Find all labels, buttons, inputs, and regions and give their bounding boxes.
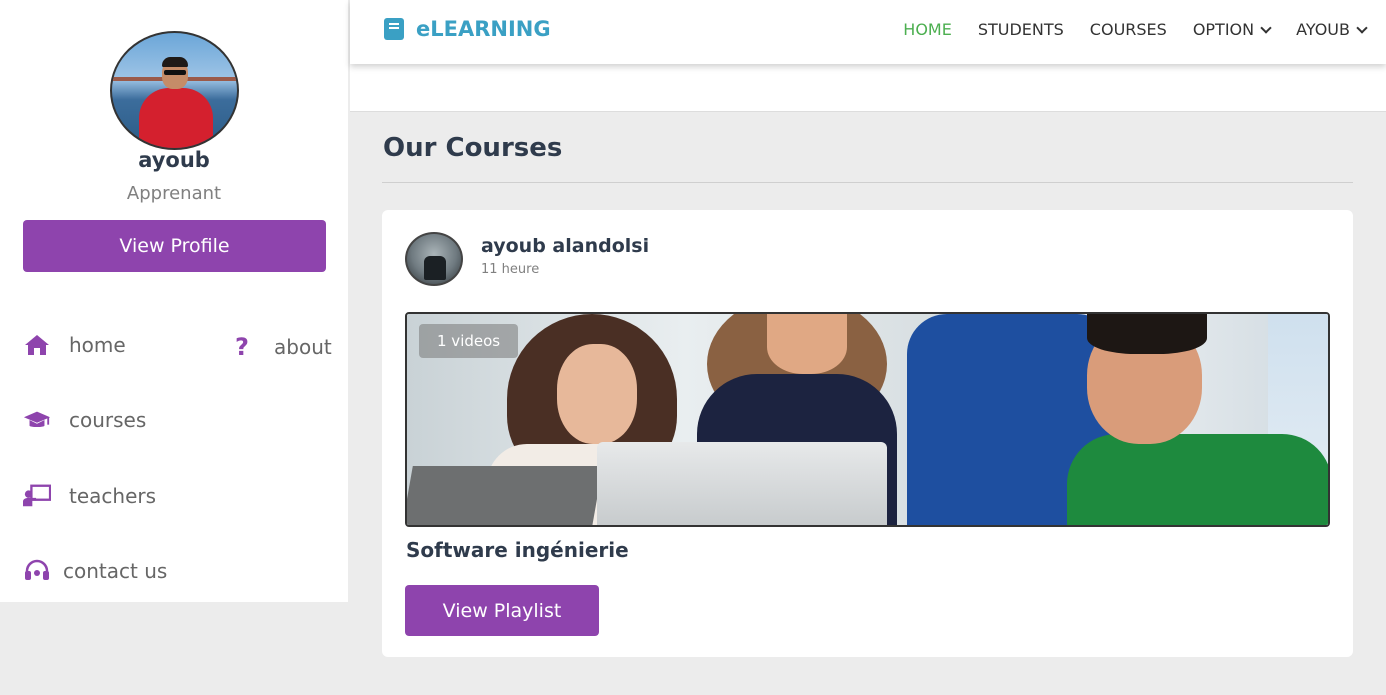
book-icon bbox=[384, 18, 404, 40]
graduation-cap-icon bbox=[23, 409, 51, 431]
course-card: ayoub alandolsi 11 heure 1 videos Softwa… bbox=[382, 210, 1353, 657]
sidebar-item-label: home bbox=[69, 333, 126, 357]
videos-count-badge: 1 videos bbox=[419, 324, 519, 358]
chevron-down-icon bbox=[1260, 21, 1272, 34]
author-avatar[interactable] bbox=[405, 232, 463, 286]
sidebar-item-contact[interactable]: contact us bbox=[23, 559, 167, 583]
user-name: ayoub bbox=[138, 148, 210, 172]
course-title: Software ingénierie bbox=[406, 538, 629, 562]
user-avatar[interactable] bbox=[110, 31, 239, 150]
sidebar-item-about[interactable]: ? about bbox=[228, 333, 332, 361]
sidebar-item-label: about bbox=[274, 335, 332, 359]
divider bbox=[382, 182, 1353, 183]
page-title: Our Courses bbox=[383, 133, 563, 163]
chalkboard-teacher-icon bbox=[23, 484, 51, 508]
author-name: ayoub alandolsi bbox=[481, 235, 650, 257]
sidebar-item-label: contact us bbox=[63, 559, 168, 583]
course-thumbnail[interactable]: 1 videos bbox=[405, 312, 1330, 527]
sidebar-item-label: teachers bbox=[69, 484, 157, 508]
question-icon: ? bbox=[235, 333, 249, 361]
nav-courses[interactable]: COURSES bbox=[1090, 20, 1167, 39]
nav-user-dropdown[interactable]: AYOUB bbox=[1296, 20, 1368, 39]
sub-header-bar bbox=[350, 64, 1386, 112]
sidebar-item-home[interactable]: home bbox=[23, 333, 126, 357]
top-navbar: eLEARNING HOME STUDENTS COURSES OPTION A… bbox=[350, 0, 1386, 64]
brand-logo[interactable]: eLEARNING bbox=[384, 17, 551, 41]
nav-user-label: AYOUB bbox=[1296, 20, 1350, 39]
nav-option-label: OPTION bbox=[1192, 20, 1255, 39]
view-profile-button[interactable]: View Profile bbox=[23, 220, 326, 272]
nav-option-dropdown[interactable]: OPTION bbox=[1192, 20, 1272, 39]
view-playlist-button[interactable]: View Playlist bbox=[405, 585, 599, 636]
post-time: 11 heure bbox=[481, 262, 540, 277]
nav-home[interactable]: HOME bbox=[903, 20, 952, 39]
home-icon bbox=[23, 334, 51, 356]
sidebar-item-teachers[interactable]: teachers bbox=[23, 484, 156, 508]
sidebar: ayoub Apprenant View Profile home ? abou… bbox=[0, 0, 348, 602]
main-menu: HOME STUDENTS COURSES OPTION AYOUB bbox=[877, 20, 1368, 39]
nav-students[interactable]: STUDENTS bbox=[978, 20, 1064, 39]
brand-name: eLEARNING bbox=[416, 17, 551, 41]
sidebar-item-label: courses bbox=[69, 408, 147, 432]
chevron-down-icon bbox=[1356, 21, 1368, 34]
user-role: Apprenant bbox=[126, 183, 222, 204]
headset-icon bbox=[23, 559, 51, 583]
sidebar-item-courses[interactable]: courses bbox=[23, 408, 146, 432]
